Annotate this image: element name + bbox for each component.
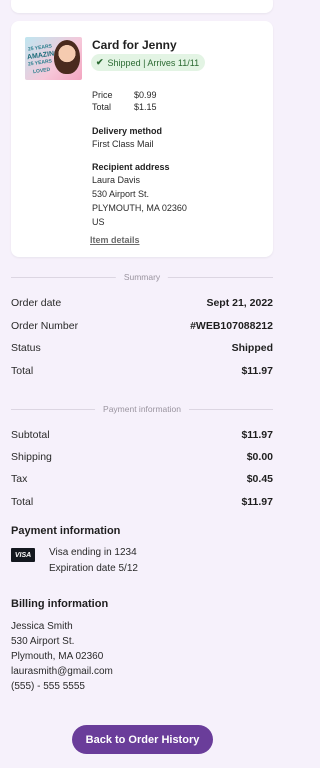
payment-info-title: Payment information	[11, 525, 121, 537]
subtotal-label: Subtotal	[11, 429, 50, 441]
checkmark-icon: ✔	[96, 57, 104, 67]
order-number-value: #WEB107088212	[190, 320, 273, 332]
payment-total-value: $11.97	[241, 496, 273, 508]
billing-info-title: Billing information	[11, 598, 109, 610]
tax-value: $0.45	[246, 473, 273, 485]
delivery-method-label: Delivery method	[92, 126, 163, 136]
item-details-link[interactable]: Item details	[90, 235, 140, 245]
payment-heading: Payment information	[95, 404, 189, 414]
order-number-label: Order Number	[11, 320, 79, 332]
billing-line: Plymouth, MA 02360	[11, 651, 104, 662]
recipient-address-line: US	[92, 217, 105, 227]
card-ending-text: Visa ending in 1234	[49, 547, 137, 558]
billing-line: (555) - 555 5555	[11, 681, 85, 692]
status-badge-text: Shipped | Arrives 11/11	[107, 57, 200, 68]
back-to-order-history-button[interactable]: Back to Order History	[72, 725, 213, 754]
subtotal-value: $11.97	[241, 429, 273, 441]
previous-item-card	[11, 0, 273, 13]
billing-line: Jessica Smith	[11, 621, 73, 632]
summary-divider: Summary	[11, 272, 273, 282]
order-date-value: Sept 21, 2022	[206, 297, 273, 309]
order-date-label: Order date	[11, 297, 62, 309]
thumbnail-photo	[54, 40, 80, 74]
billing-line: 530 Airport St.	[11, 636, 75, 647]
delivery-method-value: First Class Mail	[92, 139, 154, 149]
recipient-address-line: 530 Airport St.	[92, 189, 150, 199]
status-label: Status	[11, 342, 41, 354]
price-value: $0.99	[134, 90, 157, 100]
payment-total-label: Total	[11, 496, 34, 508]
summary-total-label: Total	[11, 365, 34, 377]
summary-heading: Summary	[115, 272, 169, 282]
visa-card-icon: VISA	[11, 548, 35, 562]
tax-label: Tax	[11, 473, 28, 485]
summary-total-value: $11.97	[241, 365, 273, 377]
price-label: Price	[92, 90, 113, 100]
card-thumbnail[interactable]: 25 YEARS AMAZING 25 YEARS LOVED	[25, 37, 82, 80]
status-value: Shipped	[231, 342, 273, 354]
recipient-address-label: Recipient address	[92, 162, 170, 172]
payment-divider: Payment information	[11, 404, 273, 414]
status-badge: ✔ Shipped | Arrives 11/11	[91, 54, 206, 71]
shipping-value: $0.00	[246, 451, 273, 463]
card-expiry-text: Expiration date 5/12	[49, 563, 138, 574]
thumbnail-text: LOVED	[32, 66, 51, 76]
billing-line: laurasmith@gmail.com	[11, 666, 113, 677]
shipping-label: Shipping	[11, 451, 52, 463]
recipient-address-line: Laura Davis	[92, 175, 141, 185]
item-total-value: $1.15	[134, 102, 157, 112]
item-total-label: Total	[92, 102, 112, 112]
item-title: Card for Jenny	[92, 38, 177, 52]
recipient-address-line: PLYMOUTH, MA 02360	[92, 203, 187, 213]
